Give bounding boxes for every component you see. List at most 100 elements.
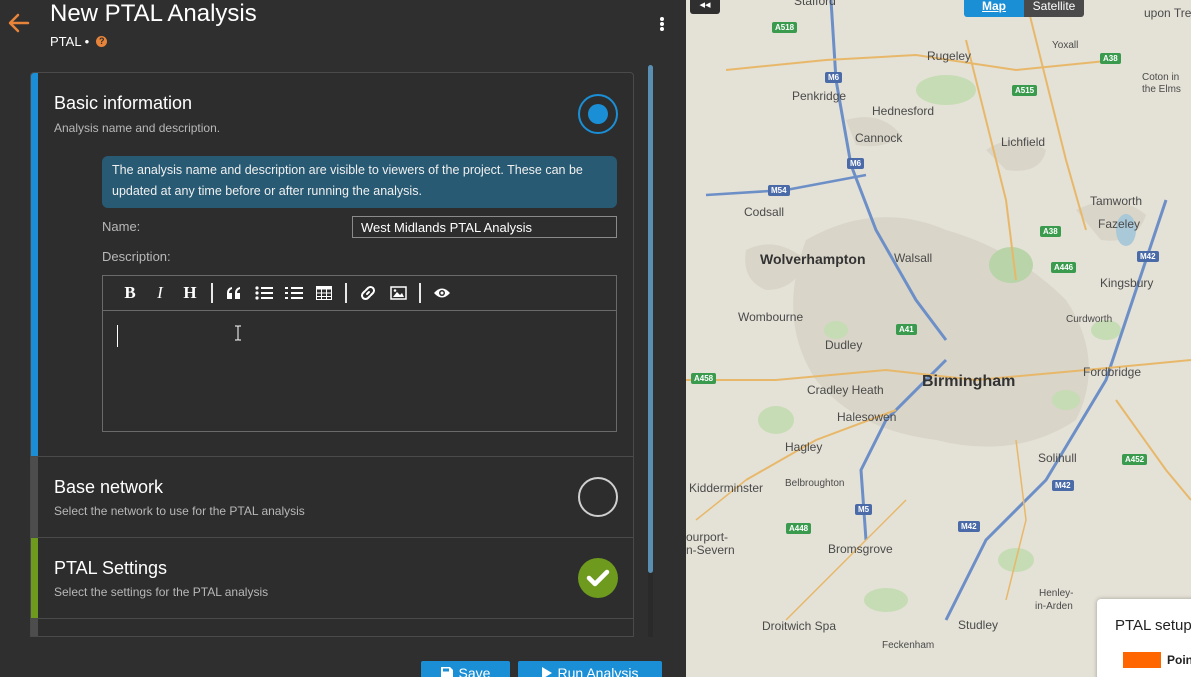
image-button[interactable] [383, 278, 413, 308]
section-basic-information[interactable]: Basic information Analysis name and desc… [31, 73, 633, 457]
save-icon [440, 667, 453, 677]
road-shield: M6 [847, 158, 865, 169]
map-place-label: Studley [958, 618, 999, 632]
editor-toolbar: B I H [103, 276, 616, 311]
legend-item-label: Poin [1167, 653, 1191, 667]
road-shield: A515 [1012, 85, 1038, 96]
map-place-label: Dudley [825, 338, 863, 352]
map-place-label: Walsall [894, 251, 933, 265]
map-place-label: Stafford [794, 0, 836, 8]
back-arrow-icon[interactable] [6, 10, 32, 36]
heading-button[interactable]: H [175, 278, 205, 308]
map-place-label: Tamworth [1090, 194, 1143, 208]
road-shield: A518 [772, 22, 798, 33]
name-input[interactable] [352, 216, 617, 238]
section-next[interactable] [31, 619, 633, 636]
quote-icon [227, 287, 240, 299]
map-place-label: Kingsbury [1100, 276, 1154, 290]
section-description: Select the settings for the PTAL analysi… [54, 585, 269, 599]
section-description: Select the network to use for the PTAL a… [54, 504, 305, 518]
section-title: Base network [54, 477, 164, 497]
map-place-label: Solihull [1038, 451, 1077, 465]
map-place-label: n-Severn [686, 543, 735, 557]
road-shield: M6 [825, 72, 843, 83]
map-place-label: Hednesford [872, 104, 935, 118]
italic-button[interactable]: I [145, 278, 175, 308]
active-step-icon [578, 94, 618, 134]
scrollbar-thumb[interactable] [648, 65, 653, 573]
map-place-label: Droitwich Spa [762, 619, 837, 633]
analysis-panel: New PTAL Analysis PTAL • ? Basic informa… [0, 0, 686, 677]
road-shield: M42 [958, 521, 980, 532]
map-place-label: Kidderminster [689, 481, 764, 495]
numbered-list-button[interactable] [279, 278, 309, 308]
map-place-label: Wolverhampton [760, 251, 866, 267]
map-type-toggle: Map Satellite [964, 0, 1084, 17]
more-options-icon[interactable] [656, 16, 668, 36]
map-place-label: ourport- [686, 530, 729, 544]
image-icon [389, 286, 407, 300]
text-caret [117, 325, 118, 347]
section-status-bar [31, 538, 38, 618]
road-shield: M54 [768, 185, 790, 196]
map-place-label: upon Tren [1144, 6, 1191, 20]
map-place-label: Halesowen [837, 410, 897, 424]
bold-button[interactable]: B [115, 278, 145, 308]
description-label: Description: [102, 249, 171, 264]
run-analysis-button[interactable]: Run Analysis [518, 661, 662, 677]
section-description: Analysis name and description. [54, 121, 221, 135]
map-view[interactable]: ◂◂ Map Satellite Stafford upon Tren Yoxa… [686, 0, 1191, 677]
satellite-view-button[interactable]: Satellite [1024, 0, 1084, 17]
bullet-list-button[interactable] [249, 278, 279, 308]
save-label: Save [458, 665, 491, 677]
map-place-label: the Elms [1142, 84, 1181, 95]
road-shield: A38 [1100, 53, 1121, 64]
preview-button[interactable] [427, 278, 457, 308]
legend-swatch [1123, 652, 1161, 668]
save-button[interactable]: Save [421, 661, 510, 677]
link-button[interactable] [353, 278, 383, 308]
map-place-label: Bromsgrove [828, 542, 893, 556]
steps-container: Basic information Analysis name and desc… [30, 72, 634, 637]
map-place-label: Feckenham [882, 640, 935, 651]
section-title: PTAL Settings [54, 558, 168, 578]
name-label: Name: [102, 219, 141, 234]
play-icon [541, 667, 552, 677]
table-icon [316, 286, 332, 300]
toolbar-divider [345, 283, 347, 303]
map-place-label: in-Arden [1035, 601, 1073, 612]
map-place-label: Cradley Heath [807, 383, 884, 397]
map-place-label: Hagley [785, 440, 823, 454]
bullet-list-icon [255, 286, 273, 300]
toolbar-divider [419, 283, 421, 303]
map-view-button[interactable]: Map [964, 0, 1024, 17]
numbered-list-icon [285, 287, 303, 299]
complete-check-icon [578, 558, 618, 598]
map-place-label: Penkridge [792, 89, 847, 103]
map-place-label: Coton in [1142, 72, 1180, 83]
help-icon[interactable]: ? [96, 36, 108, 47]
eye-icon [434, 288, 450, 298]
section-base-network[interactable]: Base network Select the network to use f… [31, 457, 633, 538]
collapse-panel-button[interactable]: ◂◂ [690, 0, 720, 14]
table-button[interactable] [309, 278, 339, 308]
analysis-type-label: PTAL • [50, 34, 90, 49]
analysis-type: PTAL • ? [50, 34, 108, 49]
section-ptal-settings[interactable]: PTAL Settings Select the settings for th… [31, 538, 633, 619]
map-place-label: Birmingham [922, 373, 1016, 390]
road-shield: A452 [1122, 454, 1148, 465]
quote-button[interactable] [219, 278, 249, 308]
road-shield: A448 [786, 523, 812, 534]
road-shield: A446 [1051, 262, 1077, 273]
page-title: New PTAL Analysis [50, 0, 257, 27]
map-legend: PTAL setup Poin [1097, 599, 1191, 677]
road-shield: M42 [1052, 480, 1074, 491]
section-status-bar [31, 73, 38, 456]
info-message: The analysis name and description are vi… [102, 156, 617, 208]
editor-text-area[interactable] [103, 311, 616, 431]
description-editor[interactable]: B I H [102, 275, 617, 432]
map-background [686, 0, 1191, 621]
map-place-label: Cannock [855, 131, 903, 145]
map-place-label: Fazeley [1098, 217, 1141, 231]
road-shield: M42 [1137, 251, 1159, 262]
